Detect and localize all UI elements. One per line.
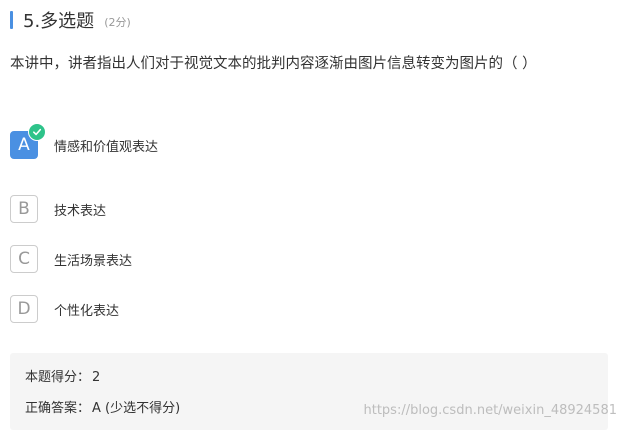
option-c-letter: C xyxy=(18,249,30,269)
option-a-letter-box[interactable]: A xyxy=(10,123,46,159)
option-c[interactable]: C 生活场景表达 xyxy=(10,243,132,275)
question-header: 5.多选题 (2分) xyxy=(10,9,131,32)
question-title: 5.多选题 xyxy=(23,11,95,32)
option-a-label: 情感和价值观表达 xyxy=(54,139,159,155)
accent-bar xyxy=(10,11,13,29)
option-d[interactable]: D 个性化表达 xyxy=(10,293,119,325)
question-score: (2分) xyxy=(104,15,131,29)
answer-value: A (少选不得分) xyxy=(92,401,181,416)
score-line: 本题得分： 2 xyxy=(25,366,100,385)
option-d-letter-box[interactable]: D xyxy=(10,295,38,323)
score-label: 本题得分： xyxy=(25,370,91,385)
check-icon xyxy=(28,123,46,141)
option-a[interactable]: A 情感和价值观表达 xyxy=(10,123,159,161)
option-b-label: 技术表达 xyxy=(54,203,107,219)
question-text: 本讲中，讲者指出人们对于视觉文本的批判内容逐渐由图片信息转变为图片的（ ） xyxy=(10,56,537,72)
answer-line: 正确答案： A (少选不得分) xyxy=(25,397,180,416)
option-b-letter: B xyxy=(18,199,30,219)
option-d-letter: D xyxy=(17,299,31,319)
option-b-letter-box[interactable]: B xyxy=(10,195,38,223)
option-c-label: 生活场景表达 xyxy=(54,253,133,269)
option-c-letter-box[interactable]: C xyxy=(10,245,38,273)
answer-label: 正确答案： xyxy=(25,401,91,416)
option-d-label: 个性化表达 xyxy=(54,303,120,319)
watermark: https://blog.csdn.net/weixin_48924581 xyxy=(363,403,617,418)
score-value: 2 xyxy=(92,370,101,385)
result-panel: 本题得分： 2 正确答案： A (少选不得分) xyxy=(10,353,608,430)
option-b[interactable]: B 技术表达 xyxy=(10,193,106,225)
option-a-letter: A xyxy=(18,135,30,155)
